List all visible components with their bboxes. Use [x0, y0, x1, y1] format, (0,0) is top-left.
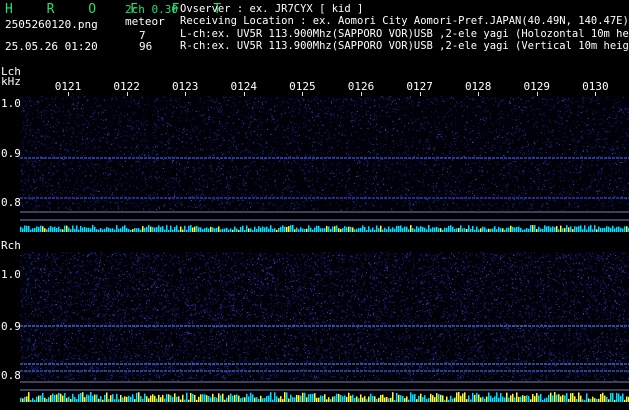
spectrogram-canvas — [20, 96, 629, 402]
lch-spectrogram — [20, 96, 629, 232]
rch-spectrogram — [20, 252, 629, 402]
